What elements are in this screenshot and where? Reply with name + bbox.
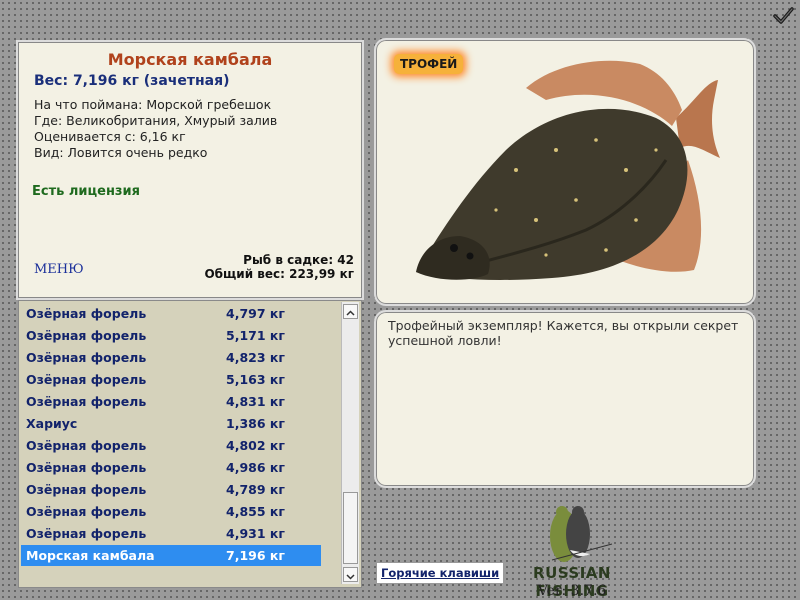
- flounder-image: [416, 60, 720, 280]
- fish-weight-value: 4,855 кг: [226, 504, 285, 519]
- catch-list[interactable]: Озёрная форель 4,797 кг Озёрная форель 5,17…: [18, 300, 362, 588]
- arrow-down-icon: [346, 574, 355, 580]
- total-weight: Общий вес: 223,99 кг: [204, 267, 354, 281]
- fish-weight-value: 5,171 кг: [226, 328, 285, 343]
- list-item[interactable]: Озёрная форель 4,823 кг: [21, 347, 321, 368]
- arrow-up-icon: [346, 310, 355, 316]
- fish-count: Рыб в садке: 42: [243, 253, 354, 267]
- fish-kind: Вид: Ловится очень редко: [34, 145, 208, 160]
- scroll-down-button[interactable]: [343, 567, 358, 582]
- fish-name: Озёрная форель: [26, 372, 147, 387]
- hotkeys-button[interactable]: Горячие клавиши: [376, 562, 505, 584]
- fish-weight-value: 4,986 кг: [226, 460, 285, 475]
- fish-name: Озёрная форель: [26, 394, 147, 409]
- message-text: Трофейный экземпляр! Кажется, вы открыли…: [388, 318, 739, 348]
- fish-name: Озёрная форель: [26, 526, 147, 541]
- list-item[interactable]: Озёрная форель 4,831 кг: [21, 391, 321, 412]
- list-item[interactable]: Хариус 1,386 кг: [21, 413, 321, 434]
- fish-name: Озёрная форель: [26, 438, 147, 453]
- fish-weight-value: 7,196 кг: [226, 548, 285, 563]
- fish-weight-value: 5,163 кг: [226, 372, 285, 387]
- list-item[interactable]: Озёрная форель 4,931 кг: [21, 523, 321, 544]
- list-item[interactable]: Озёрная форель 4,986 кг: [21, 457, 321, 478]
- list-item[interactable]: Озёрная форель 5,171 кг: [21, 325, 321, 346]
- fish-name: Озёрная форель: [26, 306, 147, 321]
- list-scrollbar[interactable]: [341, 302, 359, 584]
- list-item[interactable]: Озёрная форель 5,163 кг: [21, 369, 321, 390]
- fish-weight-value: 4,797 кг: [226, 306, 285, 321]
- fish-image-panel: ТРОФЕЙ: [374, 38, 756, 306]
- fish-name: Хариус: [26, 416, 78, 431]
- fish-bait: На что поймана: Морской гребешок: [34, 97, 272, 112]
- list-item[interactable]: Озёрная форель 4,789 кг: [21, 479, 321, 500]
- fish-location: Где: Великобритания, Хмурый залив: [34, 113, 278, 128]
- fish-weight-value: 4,802 кг: [226, 438, 285, 453]
- fish-name: Озёрная форель: [26, 482, 147, 497]
- fish-title: Морская камбала: [107, 50, 273, 69]
- menu-button[interactable]: МЕНЮ: [34, 262, 84, 277]
- scroll-up-button[interactable]: [343, 304, 358, 319]
- confirm-check-icon[interactable]: [772, 6, 794, 26]
- fish-weight-value: 4,823 кг: [226, 350, 285, 365]
- message-panel: Трофейный экземпляр! Кажется, вы открыли…: [374, 310, 756, 488]
- list-item[interactable]: Озёрная форель 4,797 кг: [21, 303, 321, 324]
- fish-name: Озёрная форель: [26, 460, 147, 475]
- scroll-thumb[interactable]: [343, 492, 358, 564]
- fish-name: Морская камбала: [26, 548, 155, 563]
- fish-info-panel: Морская камбала Вес: 7,196 кг (зачетная)…: [16, 40, 364, 300]
- fish-rated: Оценивается с: 6,16 кг: [34, 129, 186, 144]
- fish-name: Озёрная форель: [26, 350, 147, 365]
- list-item-selected[interactable]: Морская камбала 7,196 кг: [21, 545, 321, 566]
- fish-name: Озёрная форель: [26, 504, 147, 519]
- license-status: Есть лицензия: [32, 184, 140, 199]
- fish-name: Озёрная форель: [26, 328, 147, 343]
- fish-weight-value: 4,789 кг: [226, 482, 285, 497]
- list-item[interactable]: Озёрная форель 4,802 кг: [21, 435, 321, 456]
- list-item[interactable]: Озёрная форель 4,855 кг: [21, 501, 321, 522]
- version-label: Ver: 3.7.6: [537, 583, 607, 599]
- keepnet-stats: Рыб в садке: 42 Общий вес: 223,99 кг: [204, 253, 354, 281]
- fish-weight-value: 1,386 кг: [226, 416, 285, 431]
- fish-weight-value: 4,931 кг: [226, 526, 285, 541]
- fish-weight: Вес: 7,196 кг (зачетная): [34, 73, 230, 89]
- fish-weight-value: 4,831 кг: [226, 394, 285, 409]
